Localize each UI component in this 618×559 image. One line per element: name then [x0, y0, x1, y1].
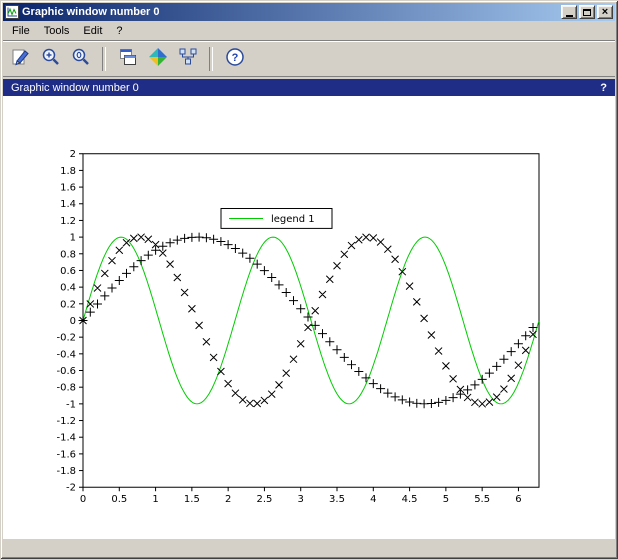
svg-text:1.4: 1.4 — [60, 199, 76, 210]
svg-text:-0.2: -0.2 — [57, 333, 76, 344]
svg-text:-1: -1 — [66, 399, 76, 410]
ged-button[interactable] — [174, 45, 201, 72]
svg-text:-1.6: -1.6 — [57, 449, 76, 460]
menu-tools[interactable]: Tools — [37, 23, 77, 39]
window-bottom-frame — [3, 539, 615, 556]
svg-text:0: 0 — [70, 316, 76, 327]
graphic-window: Graphic window number 0 × File Tools Edi… — [0, 0, 618, 559]
menu-file[interactable]: File — [5, 23, 37, 39]
svg-text:1.6: 1.6 — [60, 183, 76, 194]
close-icon: × — [602, 7, 608, 17]
plot-canvas[interactable]: 0 0.5 1 1.5 2 2.5 3 3.5 4 4.5 5 5.5 6 2 1.8 1.6 1.4 1.2 1 0… — [3, 96, 615, 539]
toolbar: ? — [3, 40, 615, 77]
menu-edit[interactable]: Edit — [76, 23, 109, 39]
zoom-original-icon — [71, 47, 91, 70]
svg-text:1: 1 — [152, 494, 158, 505]
copy-window-button[interactable] — [114, 45, 141, 72]
infobar-help-icon[interactable]: ? — [600, 82, 607, 94]
help-button[interactable]: ? — [221, 45, 248, 72]
svg-text:1.8: 1.8 — [60, 166, 76, 177]
svg-text:-1.2: -1.2 — [57, 416, 76, 427]
toolbar-separator — [102, 47, 106, 71]
svg-text:1.2: 1.2 — [60, 216, 76, 227]
svg-text:0: 0 — [80, 494, 86, 505]
svg-text:-0.4: -0.4 — [57, 349, 76, 360]
close-button[interactable]: × — [597, 5, 613, 19]
svg-text:4.5: 4.5 — [402, 494, 418, 505]
svg-text:0.2: 0.2 — [60, 299, 76, 310]
svg-text:5.5: 5.5 — [474, 494, 490, 505]
svg-text:4: 4 — [370, 494, 376, 505]
infobar: Graphic window number 0 ? — [3, 79, 615, 96]
help-glyph: ? — [231, 52, 238, 64]
svg-text:2: 2 — [225, 494, 231, 505]
zoom-in-button[interactable] — [37, 45, 64, 72]
infobar-title: Graphic window number 0 — [11, 82, 139, 94]
svg-text:6: 6 — [515, 494, 521, 505]
svg-text:-1.8: -1.8 — [57, 466, 76, 477]
rotate-3d-button[interactable] — [144, 45, 171, 72]
export-button[interactable] — [7, 45, 34, 72]
maximize-button[interactable] — [579, 5, 595, 19]
svg-text:-0.8: -0.8 — [57, 383, 76, 394]
maximize-icon — [583, 9, 591, 16]
svg-text:-0.6: -0.6 — [57, 366, 76, 377]
zoom-in-icon — [41, 47, 61, 70]
titlebar[interactable]: Graphic window number 0 × — [3, 3, 615, 21]
export-icon — [11, 47, 31, 70]
svg-text:3: 3 — [298, 494, 304, 505]
window-controls: × — [561, 5, 613, 19]
copy-window-icon — [118, 47, 138, 70]
svg-text:0.6: 0.6 — [60, 266, 76, 277]
ged-icon — [178, 47, 198, 70]
svg-text:2.5: 2.5 — [256, 494, 272, 505]
rotate-3d-icon — [148, 47, 168, 70]
plot: 0 0.5 1 1.5 2 2.5 3 3.5 4 4.5 5 5.5 6 2 1.8 1.6 1.4 1.2 1 0… — [3, 96, 615, 539]
svg-text:0.8: 0.8 — [60, 249, 76, 260]
svg-text:1.5: 1.5 — [184, 494, 200, 505]
menubar: File Tools Edit ? — [3, 21, 615, 40]
menu-help[interactable]: ? — [109, 23, 129, 39]
svg-text:legend 1: legend 1 — [271, 214, 315, 225]
zoom-original-button[interactable] — [67, 45, 94, 72]
svg-text:0.5: 0.5 — [111, 494, 127, 505]
minimize-button[interactable] — [561, 5, 577, 19]
svg-text:-2: -2 — [66, 483, 76, 494]
app-icon — [5, 5, 19, 19]
minimize-icon — [566, 15, 573, 17]
svg-text:5: 5 — [443, 494, 449, 505]
svg-text:0.4: 0.4 — [60, 283, 76, 294]
toolbar-separator — [209, 47, 213, 71]
svg-text:1: 1 — [70, 233, 76, 244]
help-icon: ? — [225, 47, 245, 70]
svg-text:-1.4: -1.4 — [57, 433, 76, 444]
window-title: Graphic window number 0 — [22, 6, 558, 18]
svg-text:2: 2 — [70, 149, 76, 160]
svg-text:3.5: 3.5 — [329, 494, 345, 505]
